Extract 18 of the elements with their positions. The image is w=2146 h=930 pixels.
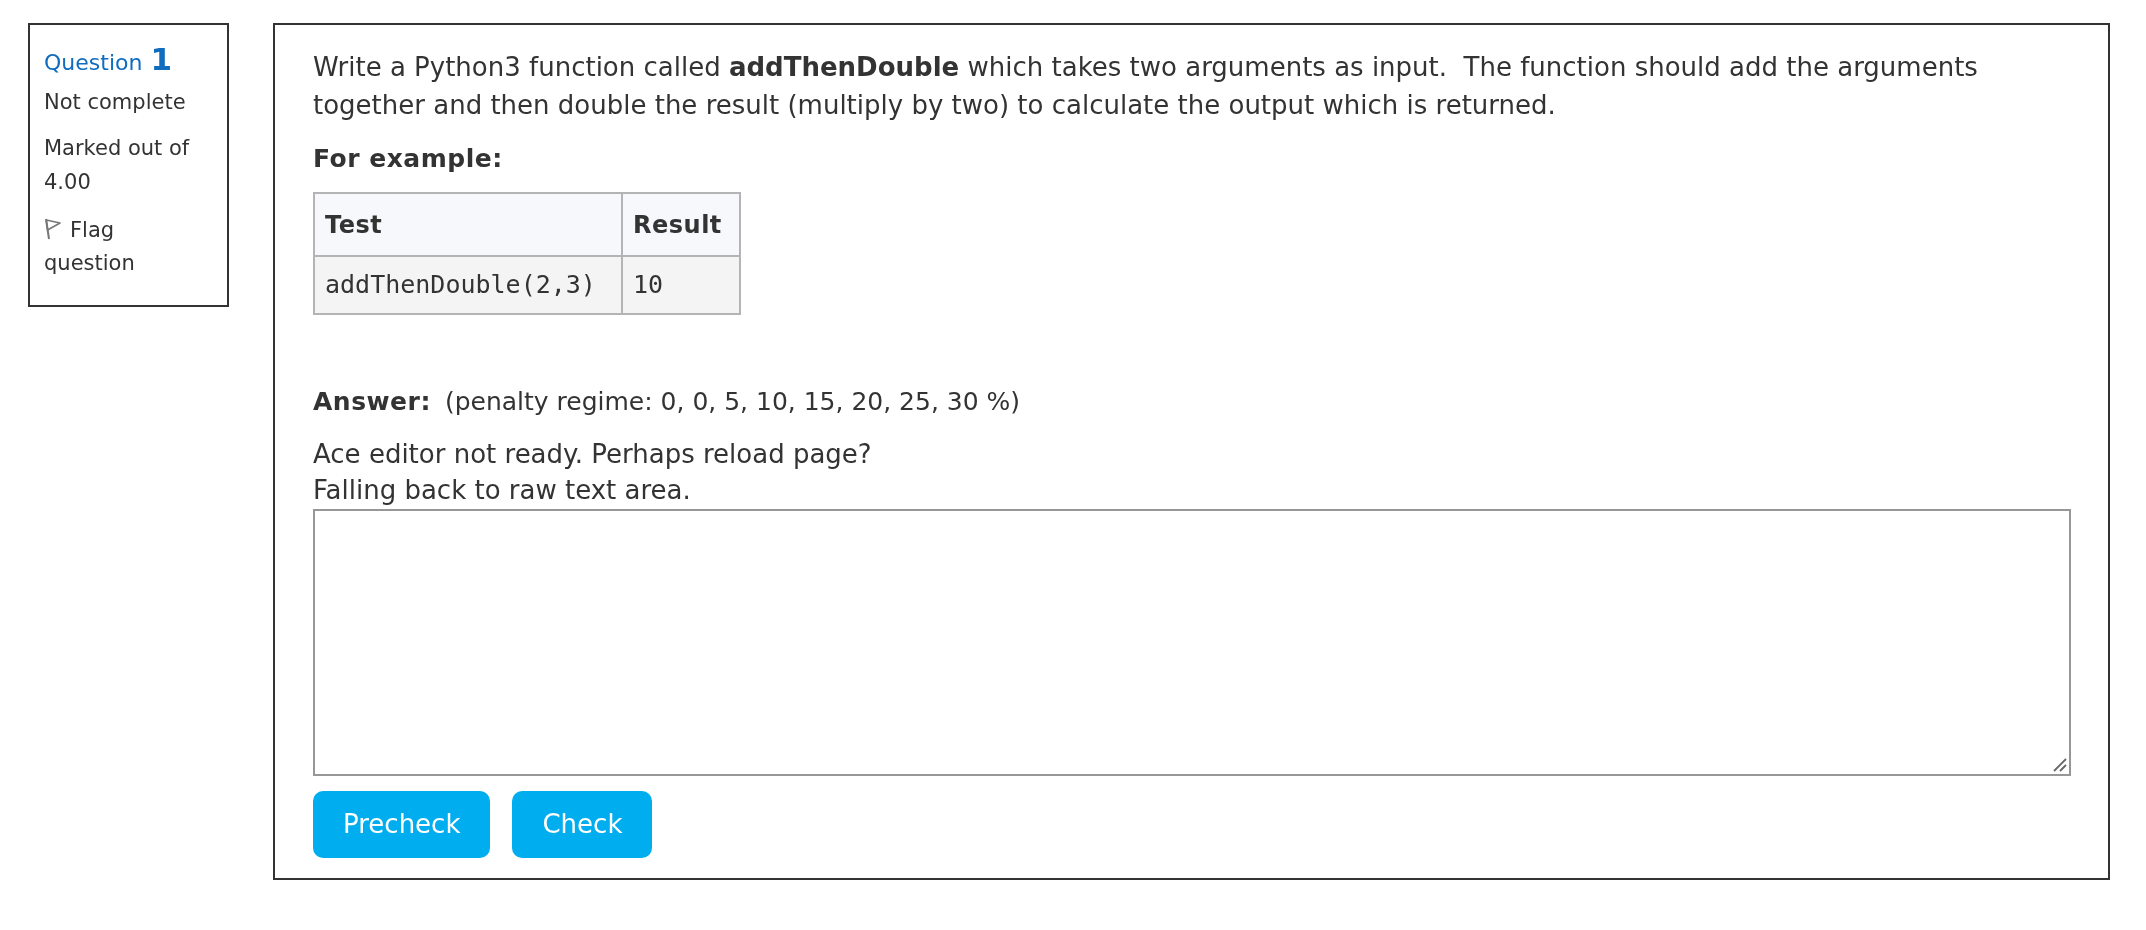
question-text: Write a Python3 function called addThenDouble which takes two arguments as input. The function should add the arguments together and then double the result (multiply by two) to calculate the output which is returned. bbox=[313, 51, 1979, 122]
answer-textarea[interactable] bbox=[313, 509, 2071, 776]
editor-notice: Falling back to raw text area. bbox=[313, 474, 692, 507]
editor-notice: Ace editor not ready. Perhaps reload page? bbox=[313, 438, 872, 471]
submit-button[interactable]: Check bbox=[512, 791, 653, 858]
flag-question-link[interactable]: Flag question bbox=[44, 214, 184, 280]
question-number: 1 bbox=[150, 40, 172, 79]
table-cell: addThenDouble(2,3) bbox=[314, 256, 622, 314]
table-cell: 10 bbox=[622, 256, 740, 314]
question-label: Question bbox=[44, 49, 143, 77]
completion-status: Not complete bbox=[44, 89, 186, 116]
marks-text: Marked out of 4.00 bbox=[44, 135, 191, 196]
column-header: Test bbox=[314, 193, 622, 256]
answer-label: Answer: bbox=[313, 386, 431, 418]
example-heading: For example: bbox=[313, 143, 503, 175]
penalty-note: (penalty regime: 0, 0, 5, 10, 15, 20, 25, 30 %) bbox=[444, 386, 1021, 418]
resize-grip-icon bbox=[2053, 758, 2067, 772]
submit-button[interactable]: Precheck bbox=[313, 791, 491, 858]
